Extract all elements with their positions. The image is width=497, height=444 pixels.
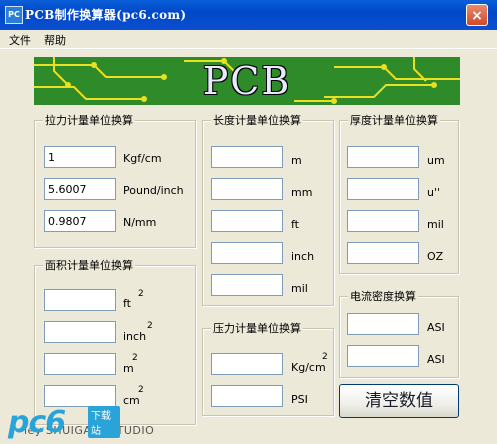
thickness-group-title: 厚度计量单位换算	[348, 112, 440, 128]
length-m-input[interactable]	[211, 146, 283, 168]
area-inch2-input[interactable]	[44, 321, 116, 343]
current-density-input-2[interactable]	[347, 345, 419, 367]
thickness-oz-unit: OZ	[427, 250, 444, 263]
pcb-banner: PCB	[34, 57, 460, 105]
length-mm-unit: mm	[291, 186, 313, 199]
pc6-logo-tag: 下载站	[88, 406, 120, 438]
area-ft2-unit: ft	[123, 297, 131, 310]
tension-n-mm-input[interactable]	[44, 210, 116, 232]
length-inch-unit: inch	[291, 250, 315, 263]
clear-values-button[interactable]: 清空数值	[339, 384, 459, 418]
area-m2-exponent: 2	[132, 353, 138, 363]
area-cm2-unit: cm	[123, 394, 140, 407]
window-title: PCB制作换算器(pc6.com)	[25, 8, 187, 22]
length-mil-input[interactable]	[211, 274, 283, 296]
pressure-kg-cm2-exponent: 2	[322, 352, 328, 362]
current-density-group-title: 电流密度换算	[348, 288, 418, 304]
app-icon: PC	[5, 6, 23, 24]
pressure-kg-cm2-input[interactable]	[211, 353, 283, 375]
tension-kgf-cm-input[interactable]	[44, 146, 116, 168]
pressure-kg-cm2-unit: Kg/cm	[291, 361, 326, 374]
pc6-logo-text: pc6	[8, 405, 66, 440]
pressure-group-title: 压力计量单位换算	[211, 320, 303, 336]
area-group-title: 面积计量单位换算	[43, 257, 135, 273]
area-m2-unit: m	[123, 362, 134, 375]
banner-title: PCB	[202, 59, 292, 103]
tension-n-mm-unit: N/mm	[123, 216, 157, 229]
length-m-unit: m	[291, 154, 302, 167]
area-inch2-unit: inch	[123, 330, 147, 343]
thickness-microinch-input[interactable]	[347, 178, 419, 200]
area-ft2-exponent: 2	[138, 289, 144, 299]
title-bar[interactable]: PC PCB制作换算器(pc6.com) ×	[0, 0, 497, 30]
pressure-psi-unit: PSI	[291, 393, 308, 406]
length-group-title: 长度计量单位换算	[211, 112, 303, 128]
current-density-input-1[interactable]	[347, 313, 419, 335]
length-mil-unit: mil	[291, 282, 308, 295]
thickness-mil-unit: mil	[427, 218, 444, 231]
thickness-oz-input[interactable]	[347, 242, 419, 264]
menu-file[interactable]: 文件	[9, 32, 31, 48]
length-ft-input[interactable]	[211, 210, 283, 232]
tension-group-title: 拉力计量单位换算	[43, 112, 135, 128]
area-inch2-exponent: 2	[147, 321, 153, 331]
length-mm-input[interactable]	[211, 178, 283, 200]
length-inch-input[interactable]	[211, 242, 283, 264]
close-button[interactable]: ×	[466, 4, 488, 26]
area-cm2-exponent: 2	[138, 385, 144, 395]
pc6-watermark-logo: pc6 下载站	[8, 404, 120, 442]
menu-bar: 文件 帮助	[0, 30, 497, 49]
thickness-um-unit: um	[427, 154, 445, 167]
pressure-psi-input[interactable]	[211, 385, 283, 407]
menu-help[interactable]: 帮助	[44, 32, 66, 48]
current-density-unit-2: ASI	[427, 353, 445, 366]
area-m2-input[interactable]	[44, 353, 116, 375]
current-density-unit-1: ASI	[427, 321, 445, 334]
thickness-um-input[interactable]	[347, 146, 419, 168]
area-ft2-input[interactable]	[44, 289, 116, 311]
tension-kgf-cm-unit: Kgf/cm	[123, 152, 162, 165]
tension-pound-inch-unit: Pound/inch	[123, 184, 184, 197]
tension-pound-inch-input[interactable]	[44, 178, 116, 200]
length-ft-unit: ft	[291, 218, 299, 231]
thickness-microinch-unit: u''	[427, 186, 441, 199]
thickness-mil-input[interactable]	[347, 210, 419, 232]
